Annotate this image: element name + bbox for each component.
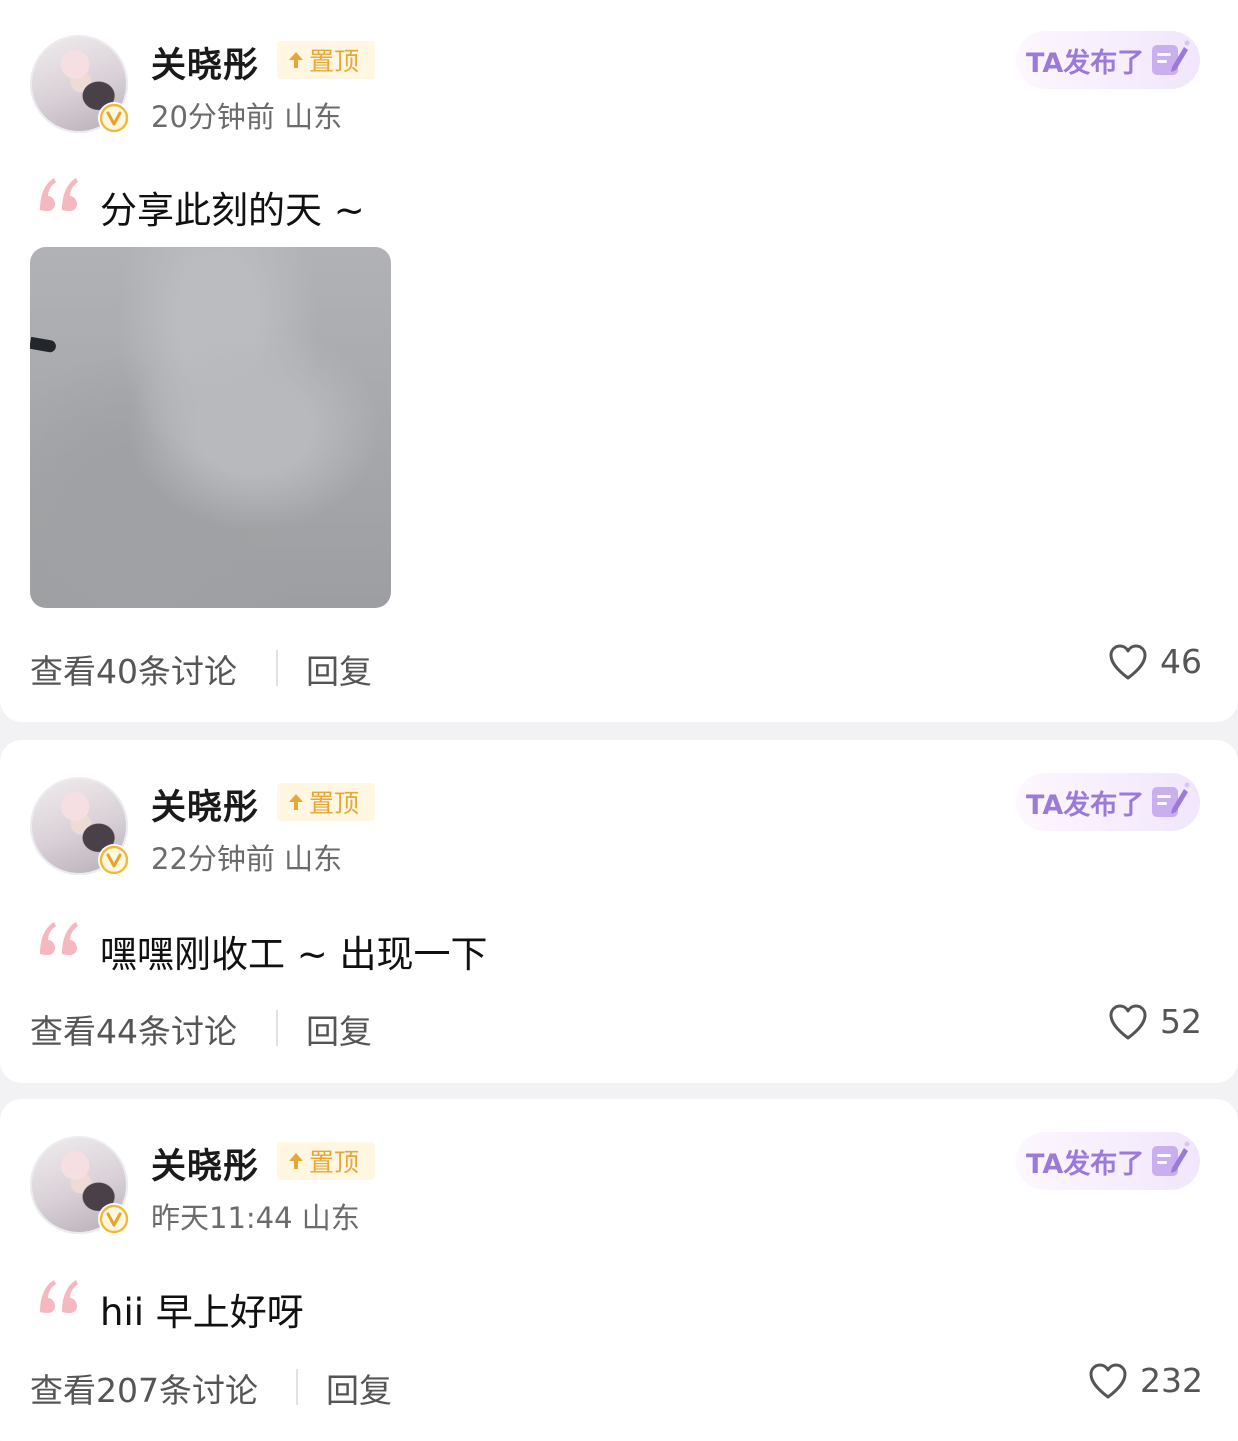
like-button[interactable]: 52 bbox=[1108, 1002, 1202, 1041]
ta-published-button[interactable]: TA发布了 bbox=[1016, 31, 1200, 89]
arrow-up-icon bbox=[289, 52, 303, 68]
like-count: 46 bbox=[1160, 642, 1202, 681]
pinned-badge: 置顶 bbox=[277, 783, 375, 821]
like-count: 52 bbox=[1160, 1002, 1202, 1041]
post-text: hii 早上好呀 bbox=[100, 1291, 304, 1334]
post-card[interactable]: 关晓彤 置顶 昨天11:44 山东 TA发布了 hii 早上好呀 查看207条讨… bbox=[0, 1099, 1238, 1441]
action-divider bbox=[276, 1010, 278, 1046]
pinned-label: 置顶 bbox=[309, 1148, 360, 1177]
pen-note-icon bbox=[1152, 40, 1190, 75]
action-divider bbox=[296, 1369, 298, 1405]
like-count: 232 bbox=[1140, 1361, 1203, 1400]
arrow-up-icon bbox=[289, 794, 303, 810]
post-text: 嘿嘿刚收工 ~ 出现一下 bbox=[100, 933, 488, 976]
post-card[interactable]: 关晓彤 置顶 20分钟前 山东 TA发布了 分享此刻的天 ~ 查看40条讨论 回… bbox=[0, 0, 1238, 722]
like-button[interactable]: 46 bbox=[1108, 642, 1202, 681]
reply-button[interactable]: 回复 bbox=[306, 1005, 372, 1053]
pinned-label: 置顶 bbox=[309, 789, 360, 818]
ta-published-label: TA发布了 bbox=[1026, 789, 1145, 821]
pen-note-icon bbox=[1152, 782, 1190, 817]
post-image[interactable] bbox=[30, 247, 391, 608]
view-discussion-link[interactable]: 查看44条讨论 bbox=[30, 1005, 237, 1053]
post-meta: 昨天11:44 山东 bbox=[151, 1201, 360, 1235]
ta-published-label: TA发布了 bbox=[1026, 1148, 1145, 1180]
quote-icon bbox=[40, 1280, 78, 1313]
quote-icon bbox=[40, 178, 78, 211]
heart-icon bbox=[1109, 1004, 1147, 1039]
verified-badge-icon bbox=[98, 844, 130, 876]
reply-button[interactable]: 回复 bbox=[326, 1364, 392, 1412]
ta-published-button[interactable]: TA发布了 bbox=[1016, 1132, 1200, 1190]
view-discussion-link[interactable]: 查看207条讨论 bbox=[30, 1364, 258, 1412]
username[interactable]: 关晓彤 bbox=[151, 1138, 259, 1189]
quote-icon bbox=[40, 922, 78, 955]
post-text: 分享此刻的天 ~ bbox=[100, 189, 365, 232]
action-divider bbox=[276, 650, 278, 686]
post-meta: 22分钟前 山东 bbox=[151, 842, 343, 876]
verified-badge-icon bbox=[98, 102, 130, 134]
ta-published-label: TA发布了 bbox=[1026, 47, 1145, 79]
pinned-label: 置顶 bbox=[309, 47, 360, 76]
view-discussion-link[interactable]: 查看40条讨论 bbox=[30, 645, 237, 693]
like-button[interactable]: 232 bbox=[1088, 1361, 1203, 1400]
arrow-up-icon bbox=[289, 1153, 303, 1169]
pinned-badge: 置顶 bbox=[277, 41, 375, 79]
verified-badge-icon bbox=[98, 1203, 130, 1235]
branch-silhouette bbox=[30, 336, 57, 354]
username[interactable]: 关晓彤 bbox=[151, 37, 259, 88]
heart-icon bbox=[1109, 644, 1147, 679]
post-card[interactable]: 关晓彤 置顶 22分钟前 山东 TA发布了 嘿嘿刚收工 ~ 出现一下 查看44条… bbox=[0, 740, 1238, 1083]
feed: 关晓彤 置顶 20分钟前 山东 TA发布了 分享此刻的天 ~ 查看40条讨论 回… bbox=[0, 0, 1238, 1441]
pen-note-icon bbox=[1152, 1141, 1190, 1176]
post-meta: 20分钟前 山东 bbox=[151, 100, 343, 134]
username[interactable]: 关晓彤 bbox=[151, 779, 259, 830]
pinned-badge: 置顶 bbox=[277, 1142, 375, 1180]
heart-icon bbox=[1089, 1363, 1127, 1398]
reply-button[interactable]: 回复 bbox=[306, 645, 372, 693]
ta-published-button[interactable]: TA发布了 bbox=[1016, 773, 1200, 831]
